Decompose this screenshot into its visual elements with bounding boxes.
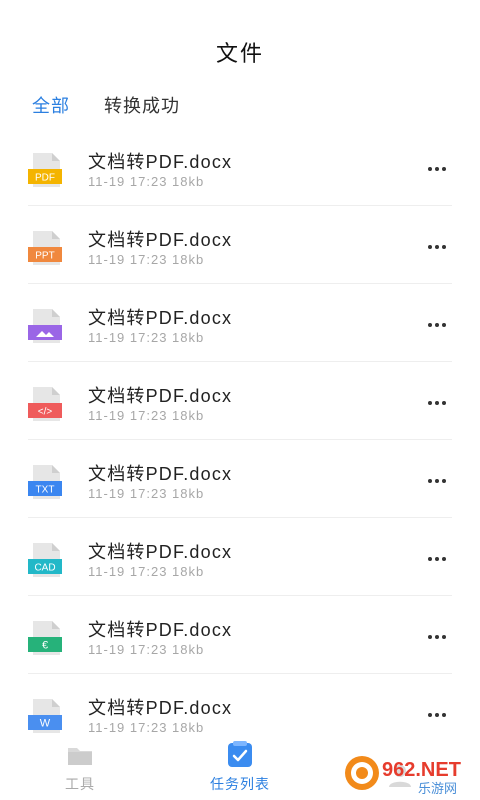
- tabbar-item-tasks[interactable]: 任务列表: [160, 740, 320, 800]
- file-meta: 11-19 17:23 18kb: [88, 330, 205, 345]
- file-list-item[interactable]: PDF 文档转PDF.docx 11-19 17:23 18kb: [28, 128, 452, 206]
- file-name: 文档转PDF.docx: [88, 464, 233, 484]
- file-meta: 11-19 17:23 18kb: [88, 174, 205, 189]
- word-file-icon: W: [28, 699, 62, 733]
- cad-file-icon: CAD: [28, 543, 62, 577]
- more-options-icon[interactable]: [422, 392, 452, 414]
- more-options-icon[interactable]: [422, 548, 452, 570]
- file-list-item[interactable]: PPT 文档转PDF.docx 11-19 17:23 18kb: [28, 206, 452, 284]
- header: 文件: [0, 0, 480, 86]
- tabbar-label-tools: 工具: [65, 776, 95, 792]
- file-name: 文档转PDF.docx: [88, 542, 233, 562]
- file-list-item[interactable]: € 文档转PDF.docx 11-19 17:23 18kb: [28, 596, 452, 674]
- filter-tabs: 全部 转换成功: [32, 90, 180, 120]
- txt-file-icon: TXT: [28, 465, 62, 499]
- code-file-icon: </>: [28, 387, 62, 421]
- tab-converted[interactable]: 转换成功: [104, 92, 180, 118]
- ppt-file-icon: PPT: [28, 231, 62, 265]
- file-type-badge: </>: [38, 407, 53, 418]
- file-type-badge: PDF: [35, 173, 55, 184]
- file-meta: 11-19 17:23 18kb: [88, 408, 205, 423]
- file-meta: 11-19 17:23 18kb: [88, 252, 205, 267]
- file-list-item[interactable]: </> 文档转PDF.docx 11-19 17:23 18kb: [28, 362, 452, 440]
- file-name: 文档转PDF.docx: [88, 620, 233, 640]
- file-meta: 11-19 17:23 18kb: [88, 564, 205, 579]
- more-options-icon[interactable]: [422, 158, 452, 180]
- file-meta: 11-19 17:23 18kb: [88, 642, 205, 657]
- more-options-icon[interactable]: [422, 314, 452, 336]
- more-options-icon[interactable]: [422, 704, 452, 726]
- folder-icon: [68, 748, 92, 765]
- page-title: 文件: [215, 41, 264, 66]
- watermark-logo: 962.NET 乐游网: [345, 756, 461, 796]
- file-type-badge: PPT: [35, 251, 54, 262]
- file-name: 文档转PDF.docx: [88, 152, 233, 172]
- file-name: 文档转PDF.docx: [88, 308, 233, 328]
- file-list-item[interactable]: CAD 文档转PDF.docx 11-19 17:23 18kb: [28, 518, 452, 596]
- file-list-item[interactable]: TXT 文档转PDF.docx 11-19 17:23 18kb: [28, 440, 452, 518]
- file-type-badge: TXT: [36, 485, 55, 496]
- file-list-item[interactable]: 文档转PDF.docx 11-19 17:23 18kb: [28, 284, 452, 362]
- pdf-file-icon: PDF: [28, 153, 62, 187]
- file-name: 文档转PDF.docx: [88, 230, 233, 250]
- more-options-icon[interactable]: [422, 470, 452, 492]
- file-list: PDF 文档转PDF.docx 11-19 17:23 18kb PPT 文档转PDF.…: [0, 128, 480, 752]
- file-meta: 11-19 17:23 18kb: [88, 486, 205, 501]
- tabbar-label-tasks: 任务列表: [210, 776, 270, 792]
- file-type-badge: W: [40, 718, 51, 730]
- file-name: 文档转PDF.docx: [88, 386, 233, 406]
- watermark-text: 962.NET: [382, 759, 461, 781]
- tabbar-item-tools[interactable]: 工具: [0, 740, 160, 800]
- tab-all[interactable]: 全部: [32, 92, 70, 118]
- watermark-subtext: 乐游网: [418, 782, 457, 796]
- file-type-badge: CAD: [34, 563, 55, 574]
- excel-file-icon: €: [28, 621, 62, 655]
- task-list-icon: [228, 741, 252, 767]
- file-type-badge: €: [42, 640, 48, 652]
- more-options-icon[interactable]: [422, 626, 452, 648]
- file-meta: 11-19 17:23 18kb: [88, 720, 205, 735]
- more-options-icon[interactable]: [422, 236, 452, 258]
- image-file-icon: [28, 309, 62, 343]
- file-name: 文档转PDF.docx: [88, 698, 233, 718]
